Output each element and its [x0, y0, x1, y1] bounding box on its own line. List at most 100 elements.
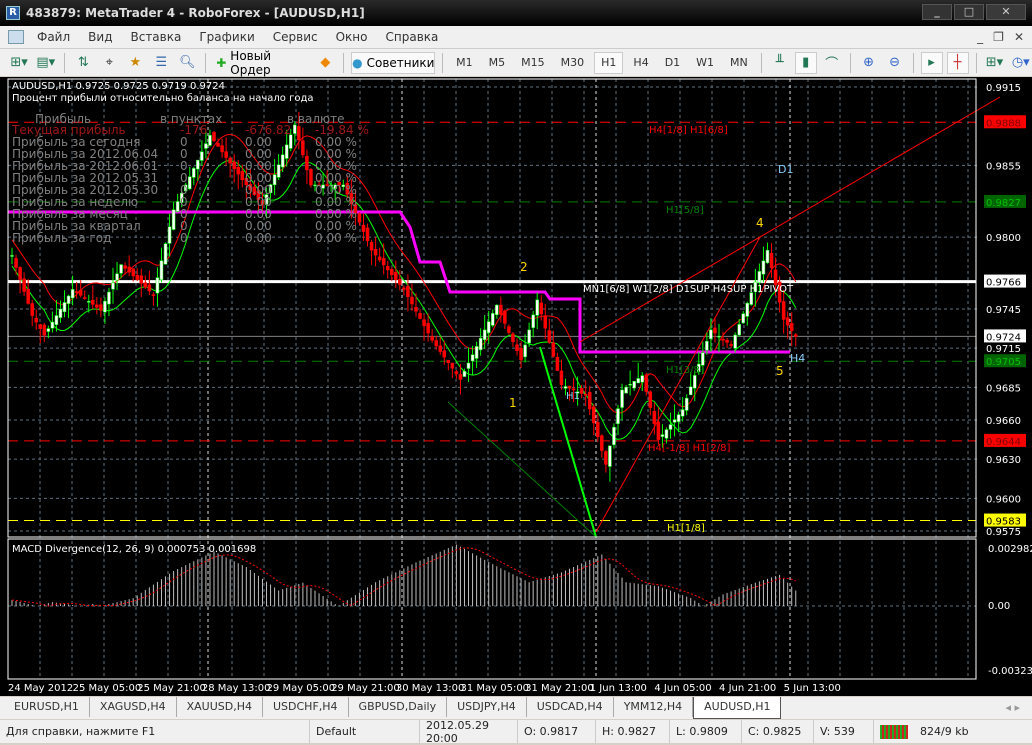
tab-gbpusd-daily[interactable]: GBPUSD,Daily	[349, 697, 448, 717]
wave-label-5: 5	[776, 364, 784, 378]
status-traffic: 824/9 kb	[920, 725, 969, 738]
candle-body	[406, 285, 410, 297]
market-watch-icon[interactable]: ⇅	[72, 52, 94, 74]
new-order-button[interactable]: ✚ Новый Ордер	[213, 49, 310, 77]
time-axis-label: 4 Jun 05:00	[654, 683, 711, 694]
tab-ymm12-h4[interactable]: YMM12,H4	[614, 697, 694, 717]
candle-body	[66, 295, 71, 304]
menu-view[interactable]: Вид	[79, 30, 121, 44]
candle-body	[127, 266, 131, 273]
experts-button[interactable]: ● Советники	[351, 51, 436, 74]
zoom-out-icon[interactable]: ⊖	[884, 52, 906, 74]
close-button[interactable]: ✕	[986, 4, 1026, 20]
candle-body	[600, 435, 604, 451]
tab-xagusd-h4[interactable]: XAGUSD,H4	[90, 697, 177, 717]
indicators-icon[interactable]: ⊞▾	[983, 52, 1005, 74]
tf-m15[interactable]: M15	[515, 52, 551, 74]
d1-label: D1	[778, 163, 793, 176]
child-minimize-button[interactable]: _	[977, 30, 983, 44]
candlestick-icon[interactable]: ▮	[794, 51, 817, 74]
new-chart-icon[interactable]: ⊞▾	[8, 52, 30, 74]
tab-eurusd-h1[interactable]: EURUSD,H1	[4, 697, 90, 717]
tab-usdjpy-h4[interactable]: USDJPY,H4	[447, 697, 527, 717]
candle-body	[14, 258, 18, 268]
candle-body	[240, 170, 245, 180]
candle-body	[640, 375, 644, 383]
tf-h4[interactable]: H4	[627, 52, 654, 74]
periods-clock-icon[interactable]: ◷▾	[1010, 52, 1032, 74]
time-axis-label: 31 May 05:00	[460, 683, 529, 694]
candle-body	[390, 269, 394, 275]
price-marker: 0.9644	[986, 437, 1021, 448]
tf-d1[interactable]: D1	[659, 52, 686, 74]
autoscroll-icon[interactable]: ▸	[920, 51, 943, 74]
candle-body	[276, 164, 281, 178]
candle-body	[34, 317, 38, 323]
status-profile[interactable]: Default	[310, 720, 420, 743]
candle-body	[103, 300, 107, 313]
alert-icon[interactable]: ◆	[314, 52, 336, 74]
menu-insert[interactable]: Вставка	[121, 30, 190, 44]
tester-icon[interactable]: 🔍︎	[176, 52, 198, 74]
chart-window[interactable]: 0.9915 0.9855 0.9800 0.9745 0.9715 0.9685 0.96…	[0, 77, 1032, 696]
time-axis-label: 25 May 05:00	[73, 683, 142, 694]
menu-window[interactable]: Окно	[327, 30, 377, 44]
macd-title: MACD Divergence(12, 26, 9) 0.000753 0.00…	[12, 544, 256, 555]
chart-tabs: EURUSD,H1 XAGUSD,H4 XAUUSD,H4 USDCHF,H4 GBPU…	[0, 697, 1032, 719]
menu-file[interactable]: Файл	[28, 30, 79, 44]
tab-audusd-h1[interactable]: AUDUSD,H1	[693, 697, 782, 719]
tf-h1[interactable]: H1	[594, 51, 624, 74]
level-label-9644: H4[-1/8] H1[2/8]	[648, 443, 730, 454]
tf-m1[interactable]: M1	[450, 52, 479, 74]
candle-body	[381, 258, 386, 266]
h1-label: H1	[566, 391, 580, 402]
zoom-in-icon[interactable]: ⊕	[858, 52, 880, 74]
navigator-icon[interactable]: ★	[124, 52, 146, 74]
maximize-button[interactable]: □	[954, 4, 984, 20]
profit-table-cell: 0.00 %	[315, 231, 357, 245]
menu-tools[interactable]: Сервис	[264, 30, 327, 44]
menu-help[interactable]: Справка	[377, 30, 448, 44]
candle-body	[365, 227, 370, 242]
candle-body	[220, 145, 224, 153]
profiles-icon[interactable]: ▤▾	[34, 52, 57, 74]
status-volume: V: 539	[814, 720, 874, 743]
candle-body	[272, 174, 277, 186]
candle-body	[785, 317, 790, 326]
terminal-icon[interactable]: ☰	[150, 52, 172, 74]
line-chart-icon[interactable]: ⌒	[821, 52, 843, 74]
tf-w1[interactable]: W1	[690, 52, 720, 74]
candle-body	[284, 144, 289, 159]
candle-body	[701, 352, 705, 366]
candle-body	[571, 388, 576, 391]
time-axis-label: 29 May 05:00	[267, 683, 336, 694]
child-close-button[interactable]: ✕	[1014, 30, 1024, 44]
chart-shift-icon[interactable]: ┼	[946, 51, 969, 74]
status-high: H: 0.9827	[596, 720, 670, 743]
candle-body	[741, 313, 745, 324]
crosshair-icon[interactable]: ⌖	[98, 52, 120, 74]
tf-mn[interactable]: MN	[724, 52, 754, 74]
child-restore-button[interactable]: ❐	[993, 30, 1004, 44]
chart-window-icon[interactable]	[8, 30, 24, 44]
tab-usdcad-h4[interactable]: USDCAD,H4	[527, 697, 614, 717]
macd-max-label: 0.002982	[988, 544, 1032, 555]
tab-usdchf-h4[interactable]: USDCHF,H4	[263, 697, 349, 717]
minimize-button[interactable]: _	[922, 4, 952, 20]
candle-body	[688, 386, 693, 396]
tab-xauusd-h4[interactable]: XAUUSD,H4	[177, 697, 263, 717]
candle-body	[470, 354, 475, 362]
candle-body	[192, 168, 196, 178]
candle-body	[91, 299, 95, 305]
tf-m5[interactable]: M5	[483, 52, 512, 74]
bar-chart-icon[interactable]: ╨	[769, 52, 791, 74]
price-chart[interactable]: 0.9915 0.9855 0.9800 0.9745 0.9715 0.9685 0.96…	[0, 77, 1032, 696]
candle-body	[232, 161, 236, 169]
candle-body	[297, 126, 301, 141]
level-label-9583: H1[1/8]	[667, 523, 705, 534]
tf-m30[interactable]: M30	[555, 52, 591, 74]
tab-scroll-arrows-icon[interactable]: ◂ ▸	[1005, 701, 1020, 714]
candle-body	[539, 302, 543, 315]
menu-charts[interactable]: Графики	[190, 30, 263, 44]
time-axis-label: 24 May 2012	[8, 683, 73, 694]
